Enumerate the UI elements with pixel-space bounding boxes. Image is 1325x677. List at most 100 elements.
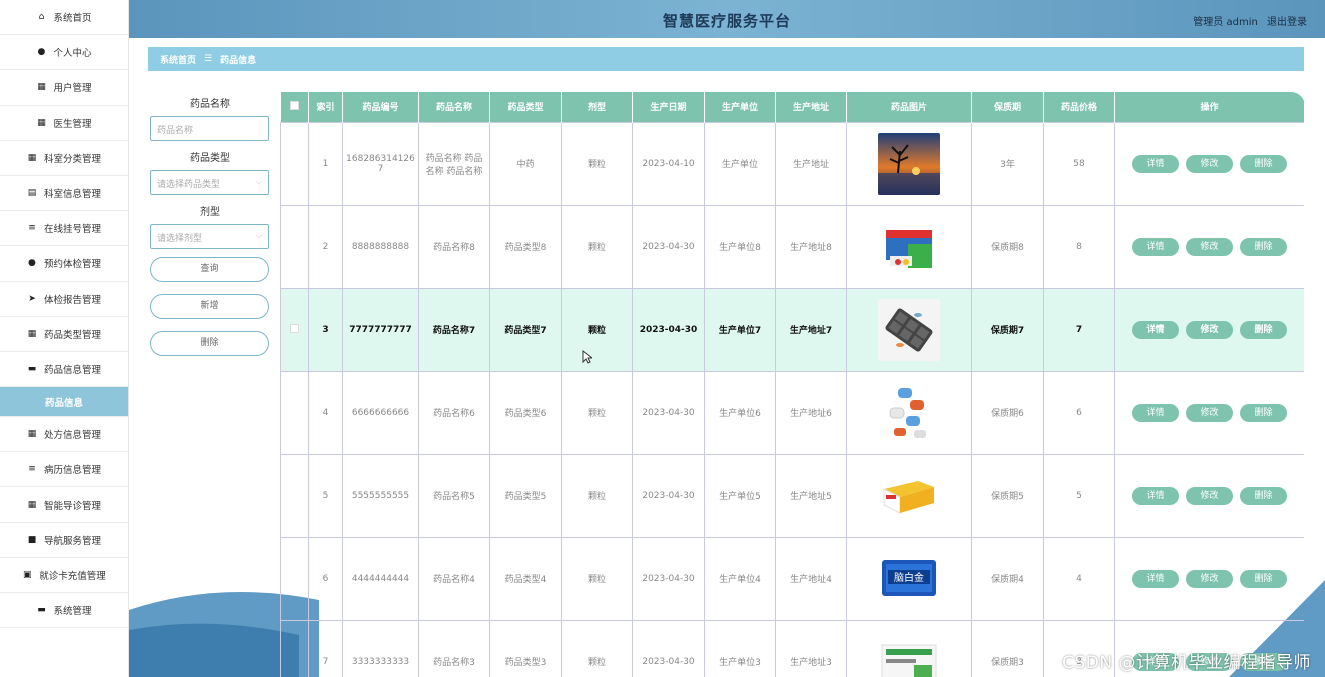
table-row[interactable]: 4 6666666666 药品名称6 药品类型6 颗粒 2023-04-30 生产单位6 生产… (280, 370, 1304, 455)
cell-price: 5 (1043, 453, 1115, 538)
cell-maker: 生产单位4 (704, 536, 776, 621)
cell-form: 颗粒 (561, 121, 633, 206)
cell-name: 药品名称7 (418, 287, 490, 372)
name-filter-input[interactable]: 药品名称 (150, 116, 269, 141)
edit-button[interactable]: 修改 (1186, 569, 1233, 588)
sidebar-item[interactable]: ▦ 科室分类管理 (0, 141, 128, 176)
delete-button[interactable]: 删除 (1240, 154, 1287, 173)
sidebar-item[interactable]: ■ 导航服务管理 (0, 523, 128, 558)
detail-button[interactable]: 详情 (1132, 320, 1179, 339)
cell-price: 4 (1043, 536, 1115, 621)
monitor-icon: ▬ (37, 605, 46, 616)
user-icon: ● (28, 258, 36, 269)
column-header: 生产日期 (632, 92, 705, 122)
table-row[interactable]: 3 7777777777 药品名称7 药品类型7 颗粒 2023-04-30 生产单位7 生产… (280, 287, 1304, 372)
edit-button[interactable]: 修改 (1186, 403, 1233, 422)
detail-button[interactable]: 详情 (1132, 486, 1179, 505)
sidebar-item[interactable]: ▦ 智能导诊管理 (0, 487, 128, 523)
sidebar-item[interactable]: ▦ 处方信息管理 (0, 417, 128, 453)
logout-link[interactable]: 退出登录 (1267, 17, 1307, 28)
cell-idx: 6 (308, 536, 343, 621)
add-button[interactable]: 新增 (150, 294, 269, 319)
cell-maker: 生产单位5 (704, 453, 776, 538)
type-filter-select[interactable]: 请选择药品类型 ⌵ (150, 170, 269, 195)
table-row[interactable]: 5 5555555555 药品名称5 药品类型5 颗粒 2023-04-30 生产单位5 生产… (280, 453, 1304, 538)
list-icon: ≡ (28, 223, 36, 234)
cell-form: 颗粒 (561, 287, 633, 372)
sidebar-item[interactable]: ● 预约体检管理 (0, 246, 128, 282)
table-row[interactable]: 1 1682863141267 药品名称 药品名称 药品名称 中药 颗粒 2023-04-… (280, 121, 1304, 206)
form-filter-select[interactable]: 请选择剂型 ⌵ (150, 224, 269, 249)
row-checkbox[interactable] (280, 453, 309, 538)
sidebar-item[interactable]: ⌂ 系统首页 (0, 0, 128, 36)
breadcrumb-home[interactable]: 系统首页 (160, 53, 196, 66)
sidebar-item[interactable]: ≡ 在线挂号管理 (0, 211, 128, 247)
table-row[interactable]: 6 4444444444 药品名称4 药品类型4 颗粒 2023-04-30 生产单位4 生产… (280, 536, 1304, 621)
cell-name: 药品名称3 (418, 619, 490, 677)
sidebar-item[interactable]: ➤ 体检报告管理 (0, 282, 128, 317)
edit-button[interactable]: 修改 (1186, 237, 1233, 256)
row-checkbox[interactable] (280, 370, 309, 455)
column-header: 保质期 (971, 92, 1044, 122)
sidebar-item-label: 体检报告管理 (43, 294, 101, 306)
cell-idx: 3 (308, 287, 343, 372)
clipboard-icon: ▤ (27, 188, 37, 199)
sidebar-item[interactable]: ≡ 病历信息管理 (0, 452, 128, 488)
cell-maker: 生产单位6 (704, 370, 776, 455)
sidebar-item[interactable]: ▦ 用户管理 (0, 70, 128, 106)
type-filter-placeholder: 请选择药品类型 (157, 180, 221, 190)
send-icon: ➤ (28, 293, 36, 304)
delete-button[interactable]: 删除 (1240, 237, 1287, 256)
row-checkbox[interactable] (280, 121, 309, 206)
row-checkbox[interactable] (280, 287, 309, 372)
sidebar-item[interactable]: ▦ 医生管理 (0, 106, 128, 141)
cell-name: 药品名称8 (418, 204, 490, 289)
row-checkbox[interactable] (280, 204, 309, 289)
sidebar-item-label: 用户管理 (53, 83, 92, 95)
cell-code: 5555555555 (342, 453, 419, 538)
cell-shelf: 保质期4 (971, 536, 1044, 621)
delete-button[interactable]: 删除 (1240, 569, 1287, 588)
delete-button[interactable]: 删除 (1240, 320, 1287, 339)
cell-date: 2023-04-30 (632, 619, 705, 677)
select-all-checkbox[interactable] (280, 92, 309, 122)
medicine-image (846, 453, 972, 538)
sidebar-item-label: 药品类型管理 (43, 329, 101, 341)
sidebar-item[interactable]: ▬ 药品信息管理 (0, 352, 128, 388)
cell-addr: 生产地址3 (775, 619, 847, 677)
edit-button[interactable]: 修改 (1186, 154, 1233, 173)
search-button[interactable]: 查询 (150, 257, 269, 282)
cell-form: 颗粒 (561, 536, 633, 621)
cell-form: 颗粒 (561, 370, 633, 455)
detail-button[interactable]: 详情 (1132, 569, 1179, 588)
sidebar-item[interactable]: ● 个人中心 (0, 35, 128, 71)
delete-button[interactable]: 删除 (1240, 486, 1287, 505)
detail-button[interactable]: 详情 (1132, 403, 1179, 422)
sidebar-item[interactable]: ▬ 系统管理 (0, 593, 128, 629)
briefcase-icon: ▣ (22, 569, 32, 580)
table-row[interactable]: 2 8888888888 药品名称8 药品类型8 颗粒 2023-04-30 生产单位8 生产… (280, 204, 1304, 289)
row-checkbox[interactable] (280, 536, 309, 621)
home-icon: ⌂ (38, 12, 45, 23)
edit-button[interactable]: 修改 (1186, 486, 1233, 505)
sidebar-subitem-medicine-info[interactable]: 药品信息 (0, 387, 128, 418)
edit-button[interactable]: 修改 (1186, 320, 1233, 339)
cell-code: 1682863141267 (342, 121, 419, 206)
sidebar-item-label: 智能导诊管理 (43, 500, 101, 512)
cell-shelf: 保质期3 (971, 619, 1044, 677)
breadcrumb-current: 药品信息 (220, 55, 257, 66)
row-actions: 详情 修改 删除 (1114, 121, 1304, 206)
sidebar-item[interactable]: ▣ 就诊卡充值管理 (0, 558, 128, 593)
row-actions: 详情 修改 删除 (1114, 453, 1304, 538)
user-area: 管理员 admin 退出登录 (1187, 13, 1307, 28)
cell-code: 6666666666 (342, 370, 419, 455)
form-filter-placeholder: 请选择剂型 (157, 234, 203, 244)
sidebar-item[interactable]: ▦ 药品类型管理 (0, 317, 128, 352)
delete-button[interactable]: 删除 (1240, 403, 1287, 422)
detail-button[interactable]: 详情 (1132, 237, 1179, 256)
row-checkbox[interactable] (280, 619, 309, 677)
detail-button[interactable]: 详情 (1132, 154, 1179, 173)
batch-delete-button[interactable]: 删除 (150, 331, 269, 356)
sidebar-item[interactable]: ▤ 科室信息管理 (0, 176, 128, 212)
cell-addr: 生产地址5 (775, 453, 847, 538)
